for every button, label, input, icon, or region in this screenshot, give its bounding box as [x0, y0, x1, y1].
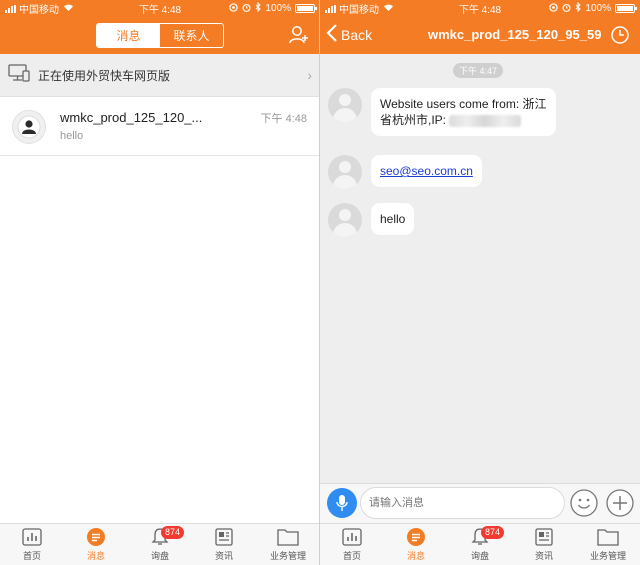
tab-home-label: 首页	[342, 551, 361, 561]
conversation-time: 下午 4:48	[260, 113, 307, 125]
message-bubble: seo@seo.com.cn	[371, 155, 482, 187]
tab-home-label: 首页	[22, 551, 41, 561]
tab-messages-nav[interactable]: 消息	[64, 524, 128, 565]
bluetooth-icon	[575, 1, 582, 15]
tab-inquiry-label: 询盘	[150, 551, 169, 561]
folder-icon	[277, 526, 299, 548]
chat-navbar: Back wmkc_prod_125_120_95_59	[320, 17, 640, 54]
tab-business[interactable]: 业务管理	[256, 524, 320, 565]
tab-inquiry[interactable]: 874 询盘	[128, 524, 192, 565]
tab-inquiry[interactable]: 874 询盘	[448, 524, 512, 565]
avatar	[328, 155, 362, 189]
web-version-banner[interactable]: 正在使用外贸快车网页版 ›	[0, 54, 320, 97]
conversation-preview: hello	[60, 130, 84, 142]
location-icon	[549, 2, 559, 15]
message-bubble: hello	[371, 203, 415, 235]
status-bar: 中国移动 下午 4:48 100%	[320, 0, 640, 17]
message-row: hello	[328, 203, 415, 237]
back-label: Back	[341, 27, 373, 43]
tab-news[interactable]: 资讯	[192, 524, 256, 565]
message-time-chip: 下午 4:47	[453, 63, 504, 78]
computer-icon	[8, 63, 30, 87]
clock-icon[interactable]	[610, 25, 630, 45]
chevron-left-icon	[326, 24, 338, 46]
tab-news-label: 资讯	[214, 551, 233, 561]
message-text: hello	[380, 212, 406, 226]
tab-business[interactable]: 业务管理	[576, 524, 640, 565]
message-bubble: Website users come from: 浙江 省杭州市,IP:	[371, 88, 556, 136]
inquiry-badge: 874	[481, 526, 505, 539]
tab-business-label: 业务管理	[589, 551, 626, 561]
message-input-bar	[320, 483, 640, 523]
back-button[interactable]: Back	[326, 24, 372, 46]
tab-home[interactable]: 首页	[320, 524, 384, 565]
chart-icon	[341, 526, 363, 548]
message-row: Website users come from: 浙江 省杭州市,IP:	[328, 88, 556, 136]
emoji-icon[interactable]	[569, 488, 599, 518]
tab-home[interactable]: 首页	[0, 524, 64, 565]
tab-messages-label: 消息	[86, 551, 105, 561]
battery-icon	[615, 4, 637, 13]
battery-percent: 100%	[265, 3, 291, 14]
redacted-ip	[449, 114, 522, 127]
carrier-name: 中国移动	[19, 5, 59, 16]
chat-title: wmkc_prod_125_120_95_59	[428, 27, 602, 42]
microphone-icon[interactable]	[327, 488, 357, 518]
avatar	[12, 110, 46, 144]
conversation-name: wmkc_prod_125_120_...	[60, 110, 203, 125]
folder-icon	[597, 526, 619, 548]
battery-percent: 100%	[585, 3, 611, 14]
segment-control: 消息 联系人	[96, 23, 224, 48]
message-input[interactable]	[360, 487, 565, 519]
avatar	[328, 203, 362, 237]
status-bar: 中国移动 下午 4:48 100%	[0, 0, 320, 17]
tab-messages[interactable]: 消息	[97, 24, 160, 47]
tab-news-label: 资讯	[534, 551, 553, 561]
chat-icon	[85, 526, 107, 548]
signal-icon	[5, 4, 16, 13]
alarm-icon	[562, 3, 571, 15]
news-icon	[213, 526, 235, 548]
tab-messages-nav[interactable]: 消息	[384, 524, 448, 565]
tab-contacts[interactable]: 联系人	[160, 24, 223, 47]
wifi-icon	[63, 3, 74, 14]
message-text-line1: Website users come from: 浙江	[380, 97, 547, 111]
top-navbar: 消息 联系人	[0, 17, 320, 54]
tab-news[interactable]: 资讯	[512, 524, 576, 565]
signal-icon	[325, 4, 336, 13]
location-icon	[229, 2, 239, 15]
inquiry-badge: 874	[161, 526, 185, 539]
web-banner-text: 正在使用外贸快车网页版	[38, 68, 171, 83]
news-icon	[533, 526, 555, 548]
battery-icon	[295, 4, 317, 13]
bluetooth-icon	[255, 1, 262, 15]
message-text-line2: 省杭州市,IP:	[380, 113, 447, 127]
carrier-name: 中国移动	[339, 5, 379, 16]
chat-icon	[405, 526, 427, 548]
message-list-screen: 中国移动 下午 4:48 100% 消息 联系人 正在使用外贸快车网页版 › w…	[0, 0, 320, 565]
email-link[interactable]: seo@seo.com.cn	[380, 164, 473, 178]
bottom-tab-bar: 首页 消息 874 询盘 资讯 业务管理	[0, 523, 320, 565]
tab-messages-label: 消息	[406, 551, 425, 561]
message-row: seo@seo.com.cn	[328, 155, 482, 189]
add-contact-icon[interactable]	[288, 24, 310, 46]
chart-icon	[21, 526, 43, 548]
avatar	[328, 88, 362, 122]
bottom-tab-bar: 首页 消息 874 询盘 资讯 业务管理	[320, 523, 640, 565]
wifi-icon	[383, 3, 394, 14]
chevron-right-icon: ›	[307, 67, 312, 83]
tab-business-label: 业务管理	[269, 551, 306, 561]
alarm-icon	[242, 3, 251, 15]
app-root: 中国移动 下午 4:48 100% 消息 联系人 正在使用外贸快车网页版 › w…	[0, 0, 640, 565]
plus-icon[interactable]	[605, 488, 635, 518]
chat-screen: 中国移动 下午 4:48 100% Back wmkc_prod_125_120…	[320, 0, 640, 565]
conversation-item[interactable]: wmkc_prod_125_120_... hello 下午 4:48	[0, 98, 320, 156]
tab-inquiry-label: 询盘	[470, 551, 489, 561]
